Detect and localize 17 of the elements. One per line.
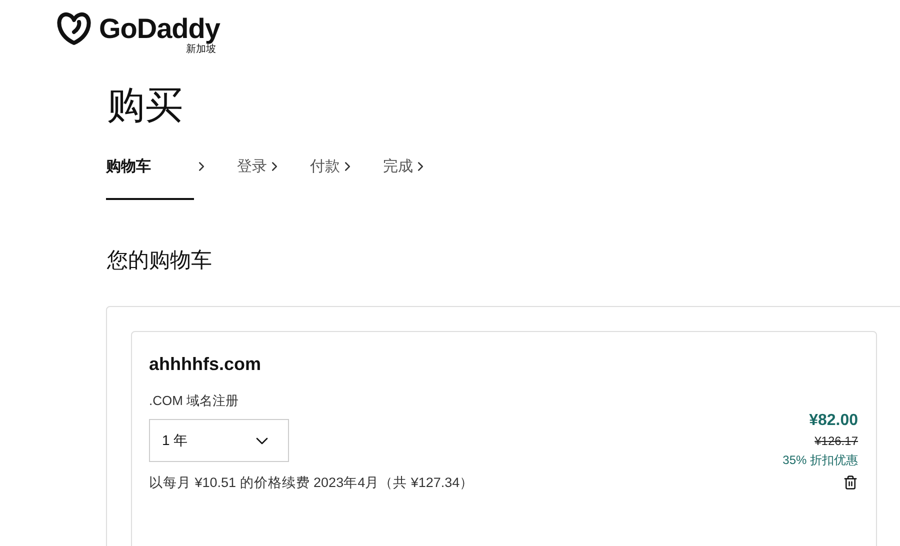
page-title: 购买 (107, 84, 184, 128)
price: ¥82.00 (809, 412, 858, 430)
domain-name: ahhhhfs.com (149, 354, 262, 375)
cart-heading: 您的购物车 (107, 248, 213, 274)
trash-icon[interactable] (843, 475, 858, 490)
checkout-step-tab[interactable]: 登录 (237, 152, 267, 200)
renewal-note: 以每月 ¥10.51 的价格续费 2023年4月（共 ¥127.34） (149, 474, 474, 492)
discount-label: 35% 折扣优惠 (782, 452, 858, 469)
logo-icon (55, 12, 93, 46)
checkout-step-tab[interactable]: 付款 (310, 152, 340, 200)
checkout-step-tab[interactable]: 完成 (383, 152, 413, 200)
product-label: .COM 域名注册 (149, 392, 240, 410)
region-label: 新加坡 (186, 44, 216, 56)
checkout-step-tab[interactable]: 购物车 (106, 152, 194, 200)
original-price: ¥126.17 (814, 434, 858, 448)
brand-name[interactable]: GoDaddy (99, 13, 220, 45)
term-dropdown[interactable]: 1 年 (149, 419, 289, 462)
